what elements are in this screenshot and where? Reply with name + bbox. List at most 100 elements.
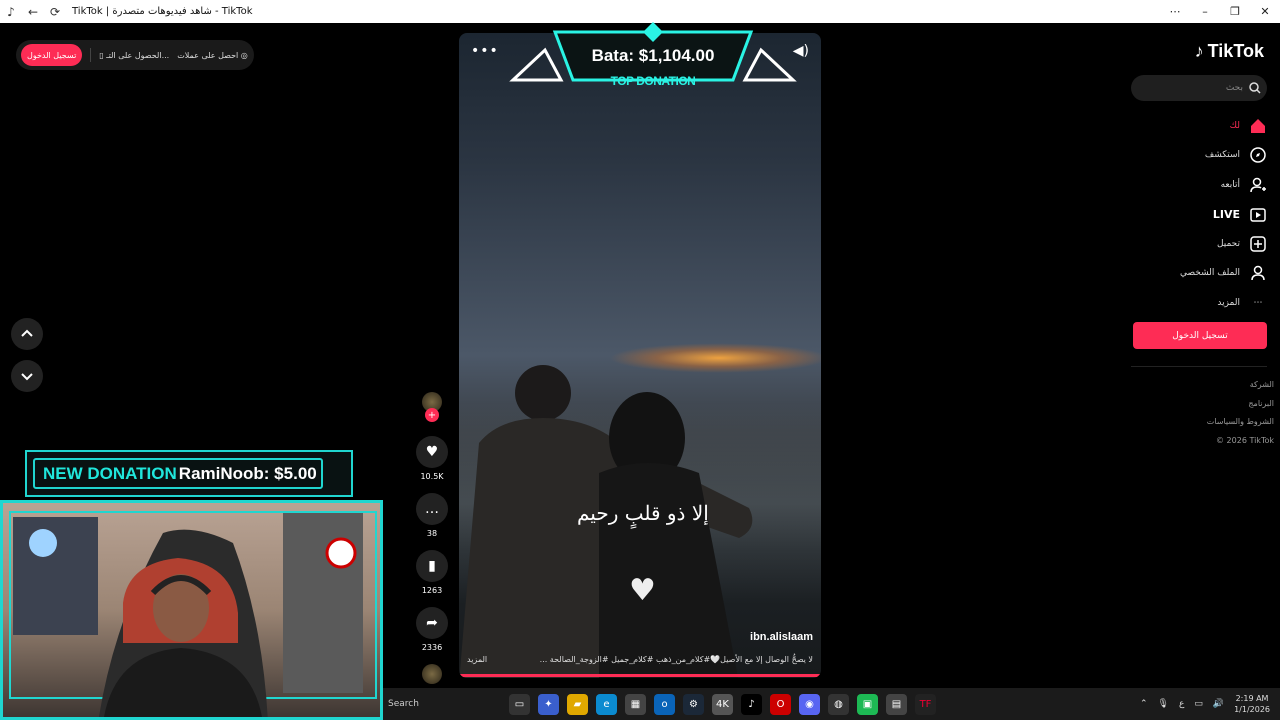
chevron-down-icon — [21, 373, 33, 381]
more-caption-button[interactable]: المزيد — [467, 655, 487, 664]
new-donation-label: NEW DONATION — [43, 463, 177, 483]
get-coins-label: احصل على عملات — [177, 50, 239, 60]
sidebar-item-explore[interactable]: استكشف — [1116, 141, 1266, 171]
share-action[interactable]: ➦ 2336 — [414, 607, 450, 652]
window-title: TikTok | شاهد فيديوهات متصدرة - TikTok — [72, 6, 253, 17]
bookmark-icon[interactable]: ▮ — [416, 550, 448, 582]
follow-plus-icon[interactable]: + — [425, 408, 439, 422]
obs-icon[interactable]: ◍ — [828, 693, 849, 715]
sidebar-nav: لك استكشف أتابعه LIVE تحميل الملف الشخصي… — [1116, 111, 1266, 318]
video-caption: لا يصحُّ الوصال إلا مع الأصيل🤍#كلام_من_ذ… — [539, 655, 813, 664]
chevron-up-icon[interactable]: ⌃ — [1140, 699, 1148, 709]
volume-icon[interactable]: 🔊 — [1213, 699, 1224, 709]
video-player[interactable]: إلا ذو قلبٍ رحيم ♥ ••• ◀) ibn.alislaam ل… — [459, 33, 821, 678]
footer-copyright: © 2026 TikTok — [1216, 435, 1274, 445]
comment-count: 38 — [426, 529, 438, 538]
sidebar-item-live[interactable]: LIVE — [1116, 200, 1266, 230]
sidebar-item-upload[interactable]: تحميل — [1116, 229, 1266, 259]
login-button-header[interactable]: تسجيل الدخول — [21, 44, 83, 66]
footer-link-company[interactable]: الشركة — [1207, 376, 1274, 395]
edge-icon[interactable]: e — [596, 693, 617, 715]
phone-icon: ▯ — [99, 50, 104, 60]
nav-label: أتابعه — [1220, 179, 1240, 190]
profile-icon — [1250, 265, 1266, 281]
close-button[interactable]: ✕ — [1250, 0, 1280, 23]
microphone-icon[interactable]: 🎙 — [1158, 699, 1169, 709]
steam-icon[interactable]: ⚙ — [683, 693, 704, 715]
video-action-bar: + ♥ 10.5K … 38 ▮ 1263 ➦ 2336 — [414, 392, 450, 684]
like-action[interactable]: ♥ 10.5K — [414, 436, 450, 481]
video-caption-row: لا يصحُّ الوصال إلا مع الأصيل🤍#كلام_من_ذ… — [467, 655, 813, 664]
minimize-button[interactable]: – — [1190, 0, 1220, 23]
save-action[interactable]: ▮ 1263 — [414, 550, 450, 595]
sidebar-item-profile[interactable]: الملف الشخصي — [1116, 259, 1266, 289]
home-icon — [1250, 118, 1266, 134]
opera-icon[interactable]: O — [770, 693, 791, 715]
nav-label: المزيد — [1217, 297, 1240, 308]
4k-app-icon[interactable]: 4K — [712, 693, 733, 715]
get-app-button[interactable]: ▯ الحصول على التـ... — [99, 51, 169, 60]
back-arrow-icon[interactable]: ← — [26, 5, 40, 19]
nav-label: الملف الشخصي — [1180, 268, 1240, 279]
comment-action[interactable]: … 38 — [414, 493, 450, 538]
sidebar-item-following[interactable]: أتابعه — [1116, 170, 1266, 200]
top-donation-overlay: Bata: $1,104.00 TOP DONATION — [505, 20, 801, 92]
share-count: 2336 — [421, 643, 443, 652]
upload-icon — [1250, 236, 1266, 252]
tf-app-icon[interactable]: TF — [915, 693, 936, 715]
tiktok-favicon-icon: ♪ — [7, 4, 15, 19]
taskbar-search-label: Search — [388, 699, 419, 709]
task-view-icon[interactable]: ▭ — [509, 693, 530, 715]
more-options-icon[interactable]: ⋯ — [1160, 0, 1190, 23]
copilot-icon[interactable]: ✦ — [538, 693, 559, 715]
network-icon[interactable]: ▭ — [1194, 699, 1203, 709]
compass-icon — [1250, 147, 1266, 163]
store-icon[interactable]: ▦ — [625, 693, 646, 715]
live-icon — [1250, 206, 1266, 222]
language-indicator[interactable]: ع — [1179, 699, 1184, 709]
file-explorer-icon[interactable]: ▰ — [567, 693, 588, 715]
nav-label: تحميل — [1216, 238, 1240, 249]
more-icon: ⋯ — [1253, 297, 1263, 308]
chevron-up-icon — [21, 329, 33, 337]
footer-link-program[interactable]: البرنامج — [1207, 395, 1274, 414]
nav-label: LIVE — [1212, 207, 1240, 221]
app-grey-icon[interactable]: ▤ — [886, 693, 907, 715]
outlook-icon[interactable]: o — [654, 693, 675, 715]
top-donation-label: TOP DONATION — [610, 74, 696, 88]
sidebar-item-for-you[interactable]: لك — [1116, 111, 1266, 141]
get-app-label: الحصول على التـ... — [106, 50, 170, 60]
sidebar-item-more[interactable]: المزيد ⋯ — [1116, 288, 1266, 318]
following-icon — [1250, 177, 1266, 193]
discord-icon[interactable]: ◉ — [799, 693, 820, 715]
tiktok-note-icon: ♪ — [1194, 41, 1204, 61]
divider — [90, 48, 92, 62]
previous-video-button[interactable] — [11, 318, 43, 350]
app-green-icon[interactable]: ▣ — [857, 693, 878, 715]
taskbar-apps: ▭ ✦ ▰ e ▦ o ⚙ 4K ♪ O ◉ ◍ ▣ ▤ TF — [509, 693, 936, 715]
webcam-feed — [0, 500, 383, 720]
refresh-icon[interactable]: ⟳ — [48, 5, 62, 19]
taskbar-search[interactable]: Search — [385, 692, 503, 716]
nav-label: استكشف — [1204, 150, 1240, 161]
restore-button[interactable]: ❐ — [1220, 0, 1250, 23]
new-donation-overlay: NEW DONATION RamiNoob: $5.00 — [25, 450, 353, 497]
search-input[interactable]: بحث — [1131, 75, 1267, 101]
share-arrow-icon[interactable]: ➦ — [416, 607, 448, 639]
get-coins-button[interactable]: احصل على عملات ◎ — [177, 51, 248, 60]
like-count: 10.5K — [420, 472, 444, 481]
music-disc-icon[interactable] — [422, 664, 442, 684]
clock[interactable]: 2:19 AM 1/1/2026 — [1234, 693, 1270, 715]
like-heart-icon[interactable]: ♥ — [416, 436, 448, 468]
video-author[interactable]: ibn.alislaam — [750, 631, 813, 643]
system-tray: ⌃ 🎙 ع ▭ 🔊 2:19 AM 1/1/2026 — [1140, 688, 1270, 720]
tiktok-logo[interactable]: ♪ TikTok — [1195, 41, 1264, 62]
search-placeholder: بحث — [1225, 83, 1243, 93]
video-progress-bar[interactable] — [459, 674, 821, 677]
login-button-sidebar[interactable]: تسجيل الدخول — [1133, 322, 1267, 349]
comment-icon[interactable]: … — [416, 493, 448, 525]
more-options-icon[interactable]: ••• — [471, 43, 499, 59]
next-video-button[interactable] — [11, 360, 43, 392]
tiktok-app-icon[interactable]: ♪ — [741, 693, 762, 715]
footer-link-terms[interactable]: الشروط والسياسات — [1207, 413, 1274, 432]
